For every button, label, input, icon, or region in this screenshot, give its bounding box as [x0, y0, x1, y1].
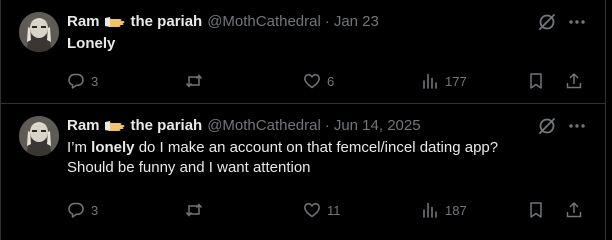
post-text-segment: I’m	[67, 139, 92, 156]
share-icon	[566, 202, 582, 218]
author-display-name-suffix[interactable]: the pariah	[131, 12, 203, 32]
author-display-name[interactable]: Ram	[67, 12, 100, 32]
hand-emoji-icon	[104, 17, 125, 27]
repost-icon	[185, 74, 203, 88]
repost-button[interactable]	[185, 201, 303, 219]
post-header: Ram the pariah @MothCathedral · Jan 23	[67, 12, 591, 32]
like-button[interactable]: 11	[303, 201, 421, 219]
post-timestamp[interactable]: Jun 14, 2025	[334, 116, 421, 136]
author-handle[interactable]: @MothCathedral	[207, 12, 321, 32]
post-top-actions	[537, 12, 587, 32]
separator-dot: ·	[324, 117, 330, 134]
more-options-icon[interactable]	[567, 116, 587, 136]
views-count: 187	[445, 202, 467, 218]
author-display-name[interactable]: Ram	[67, 116, 100, 136]
post-action-bar: 3 6 177	[67, 71, 587, 91]
post-text-bold: lonely	[91, 139, 135, 156]
post-action-bar: 3 11 187	[67, 200, 587, 220]
reply-count: 3	[91, 202, 99, 218]
heart-icon	[304, 203, 320, 218]
bookmark-button[interactable]	[527, 201, 559, 219]
grok-icon[interactable]	[537, 12, 557, 32]
separator-dot: ·	[324, 13, 330, 30]
views-button[interactable]: 177	[421, 72, 527, 90]
repost-icon	[185, 203, 203, 217]
hand-emoji-icon	[104, 121, 125, 131]
avatar-image	[19, 12, 59, 52]
like-count: 6	[327, 73, 335, 89]
post-text: I’m lonely do I make an account on that …	[67, 138, 547, 178]
reply-button[interactable]: 3	[67, 201, 185, 219]
author-handle[interactable]: @MothCathedral	[207, 116, 321, 136]
bookmark-icon	[530, 73, 542, 89]
views-chart-icon	[423, 73, 437, 89]
heart-icon	[304, 74, 320, 89]
post-text: Lonely	[67, 34, 591, 54]
bookmark-button[interactable]	[527, 72, 559, 90]
post[interactable]: Ram the pariah @MothCathedral · Jan 23 L…	[1, 0, 605, 104]
avatar[interactable]	[19, 12, 59, 52]
reply-icon	[68, 202, 84, 218]
share-icon	[566, 73, 582, 89]
post-content: Ram the pariah @MothCathedral · Jan 23 L…	[67, 12, 591, 54]
post-content: Ram the pariah @MothCathedral · Jun 14, …	[67, 116, 591, 178]
reply-count: 3	[91, 73, 99, 89]
post-timestamp[interactable]: Jan 23	[334, 12, 379, 32]
like-button[interactable]: 6	[303, 72, 421, 90]
views-count: 177	[445, 73, 467, 89]
share-button[interactable]	[565, 201, 583, 219]
views-chart-icon	[423, 202, 437, 218]
reply-button[interactable]: 3	[67, 72, 185, 90]
bookmark-icon	[530, 202, 542, 218]
views-button[interactable]: 187	[421, 201, 527, 219]
share-button[interactable]	[565, 72, 583, 90]
post[interactable]: Ram the pariah @MothCathedral · Jun 14, …	[1, 104, 605, 240]
post-header: Ram the pariah @MothCathedral · Jun 14, …	[67, 116, 591, 136]
avatar[interactable]	[19, 116, 59, 156]
author-display-name-suffix[interactable]: the pariah	[131, 116, 203, 136]
more-options-icon[interactable]	[567, 12, 587, 32]
like-count: 11	[327, 202, 341, 218]
post-top-actions	[537, 116, 587, 136]
reply-icon	[68, 73, 84, 89]
grok-icon[interactable]	[537, 116, 557, 136]
timeline-feed: Ram the pariah @MothCathedral · Jan 23 L…	[0, 0, 606, 240]
repost-button[interactable]	[185, 72, 303, 90]
avatar-image	[19, 116, 59, 156]
post-text-bold: Lonely	[67, 35, 116, 52]
